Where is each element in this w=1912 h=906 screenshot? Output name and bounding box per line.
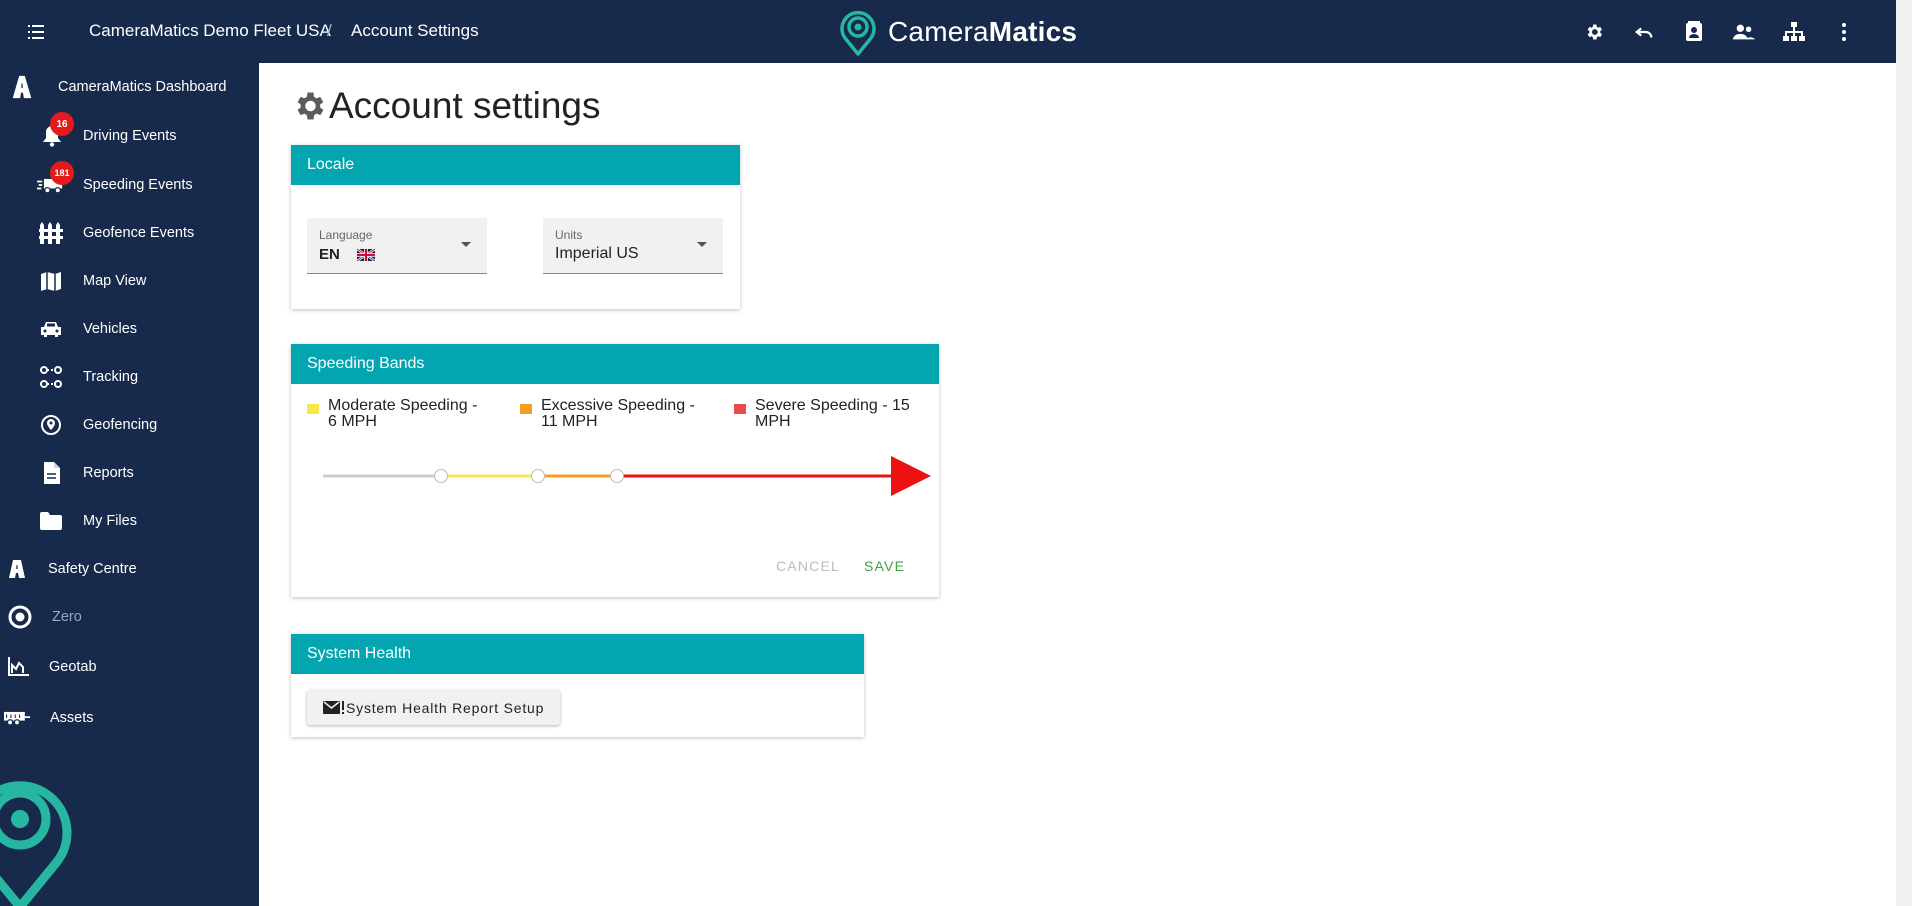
sidebar-item-driving-events[interactable]: 16 Driving Events (0, 112, 259, 154)
breadcrumb-separator: / (327, 21, 332, 40)
speeding-events-count-badge: 181 (50, 161, 74, 185)
sidebar-item-geofence-events[interactable]: Geofence Events (0, 215, 259, 251)
driving-events-count-badge: 16 (50, 112, 74, 136)
speeding-band-slider[interactable] (311, 436, 931, 496)
geotab-icon (5, 654, 31, 680)
brand-name: CameraMatics (888, 16, 1078, 47)
units-label: Units (555, 228, 583, 242)
road-icon (4, 556, 30, 582)
moderate-speeding-label: Moderate Speeding -6 MPH (328, 397, 478, 430)
car-icon (38, 316, 64, 342)
language-label: Language (319, 228, 373, 242)
legend-severe-speeding: Severe Speeding - 15 MPH (734, 398, 915, 430)
sidebar-item-label: Geofencing (83, 417, 158, 433)
fence-icon (38, 220, 64, 246)
more-vertical-icon[interactable] (1830, 18, 1858, 46)
sidebar-item-tracking[interactable]: Tracking (0, 359, 259, 395)
cameramatics-watermark-logo-icon (0, 781, 72, 906)
sidebar-item-reports[interactable]: Reports (0, 455, 259, 491)
sidebar-item-label: My Files (83, 513, 137, 529)
units-select[interactable]: Units Imperial US (543, 218, 723, 274)
sidebar-item-zero[interactable]: Zero (0, 599, 259, 635)
sidebar-item-label: Tracking (83, 369, 139, 385)
map-icon (38, 268, 64, 294)
severe-color-swatch (734, 404, 746, 414)
units-value: Imperial US (555, 245, 639, 262)
sidebar-item-safety-centre[interactable]: Safety Centre (0, 551, 259, 587)
sidebar-item-label: Geotab (49, 659, 97, 675)
sidebar: CameraMatics Dashboard 16 Driving Events… (0, 63, 259, 906)
severe-slider-handle[interactable] (610, 469, 624, 483)
sidebar-item-label: Zero (52, 609, 82, 625)
system-health-report-setup-button[interactable]: System Health Report Setup (307, 690, 561, 725)
users-icon[interactable] (1730, 18, 1758, 46)
chevron-down-icon (697, 242, 707, 247)
save-button[interactable]: SAVE (864, 558, 905, 574)
sidebar-item-label: Map View (83, 273, 147, 289)
mail-alert-icon (323, 700, 344, 714)
severe-speeding-label: Severe Speeding - 15 MPH (755, 397, 910, 430)
excessive-speeding-label: Excessive Speeding -11 MPH (541, 397, 695, 430)
page-title: Account settings (291, 85, 600, 127)
page-title-text: Account settings (329, 85, 601, 126)
language-select[interactable]: Language EN (307, 218, 487, 274)
sidebar-item-map-view[interactable]: Map View (0, 263, 259, 299)
sidebar-item-geofencing[interactable]: Geofencing (0, 407, 259, 443)
trailer-icon (4, 705, 30, 731)
brand-logo[interactable]: CameraMatics (838, 8, 1077, 56)
excessive-color-swatch (520, 404, 532, 414)
org-hierarchy-icon[interactable] (1780, 18, 1808, 46)
system-health-card-header: System Health (291, 634, 864, 674)
document-icon (38, 460, 64, 486)
sidebar-item-label: Reports (83, 465, 134, 481)
system-health-button-label: System Health Report Setup (346, 699, 545, 716)
uk-flag-icon (357, 248, 375, 262)
contacts-icon[interactable] (1680, 18, 1708, 46)
gear-icon (297, 92, 324, 120)
sidebar-item-label: CameraMatics Dashboard (58, 79, 227, 95)
menu-icon[interactable] (24, 20, 48, 44)
main-content: Account settings Locale Language EN Unit… (259, 63, 1896, 906)
legend-excessive-speeding: Excessive Speeding -11 MPH (520, 398, 711, 430)
folder-icon (38, 508, 64, 534)
cameramatics-logo-icon (840, 10, 876, 56)
breadcrumb-fleet[interactable]: CameraMatics Demo Fleet USA (89, 21, 331, 41)
location-pin-icon (38, 412, 64, 438)
cancel-button[interactable]: CANCEL (776, 558, 840, 574)
sidebar-item-label: Safety Centre (48, 561, 137, 577)
locale-card: Locale Language EN Units Imperial US (291, 145, 740, 309)
settings-gear-icon[interactable] (1580, 18, 1608, 46)
legend-moderate-speeding: Moderate Speeding -6 MPH (307, 398, 498, 430)
route-icon (38, 364, 64, 390)
sidebar-item-speeding-events[interactable]: 181 Speeding Events (0, 161, 259, 203)
sidebar-item-label: Speeding Events (83, 177, 193, 193)
sidebar-item-dashboard[interactable]: CameraMatics Dashboard (0, 69, 259, 105)
target-icon (7, 604, 33, 630)
moderate-color-swatch (307, 404, 319, 414)
sidebar-item-vehicles[interactable]: Vehicles (0, 311, 259, 347)
road-icon (9, 74, 35, 100)
undo-icon[interactable] (1630, 18, 1658, 46)
speeding-bands-card: Speeding Bands Moderate Speeding -6 MPH … (291, 344, 939, 597)
top-bar: CameraMatics Demo Fleet USA / Account Se… (0, 0, 1896, 63)
sidebar-item-label: Geofence Events (83, 225, 195, 241)
excessive-slider-handle[interactable] (531, 469, 545, 483)
moderate-slider-handle[interactable] (434, 469, 448, 483)
system-health-card: System Health System Health Report Setup (291, 634, 864, 737)
sidebar-item-label: Vehicles (83, 321, 138, 337)
sidebar-item-label: Assets (50, 710, 94, 726)
sidebar-item-assets[interactable]: Assets (0, 700, 259, 736)
sidebar-item-geotab[interactable]: Geotab (0, 649, 259, 685)
sidebar-item-my-files[interactable]: My Files (0, 503, 259, 539)
chevron-down-icon (461, 242, 471, 247)
page-scrollbar[interactable] (1896, 0, 1912, 906)
sidebar-item-label: Driving Events (83, 128, 177, 144)
breadcrumb-current-page: Account Settings (351, 21, 479, 40)
locale-card-header: Locale (291, 145, 740, 185)
speeding-bands-card-header: Speeding Bands (291, 344, 939, 384)
language-value: EN (319, 246, 340, 263)
